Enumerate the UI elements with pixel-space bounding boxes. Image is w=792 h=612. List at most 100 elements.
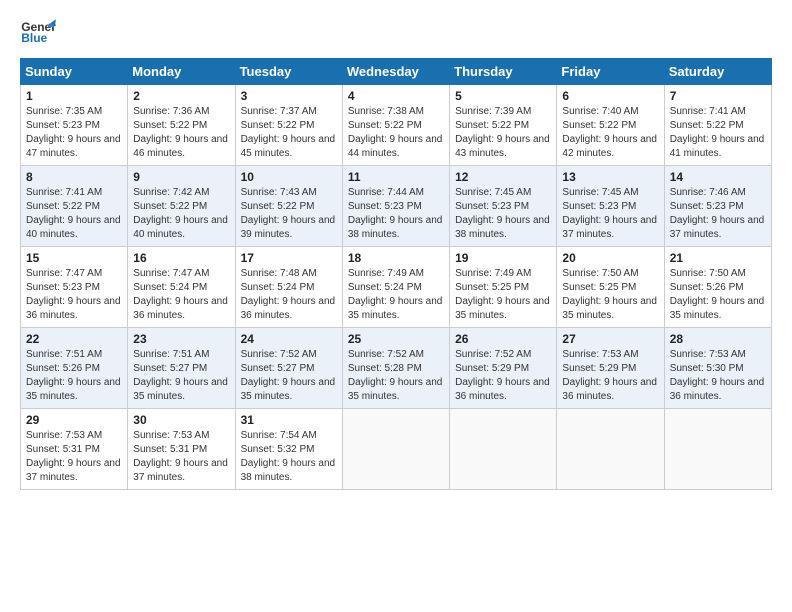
day-info: Sunrise: 7:41 AM Sunset: 5:22 PM Dayligh… — [26, 186, 122, 242]
day-info: Sunrise: 7:53 AM Sunset: 5:30 PM Dayligh… — [670, 348, 766, 404]
day-info: Sunrise: 7:52 AM Sunset: 5:28 PM Dayligh… — [348, 348, 444, 404]
day-number: 8 — [26, 170, 122, 184]
calendar-cell: 2Sunrise: 7:36 AM Sunset: 5:22 PM Daylig… — [128, 85, 235, 166]
calendar-cell: 4 Sunrise: 7:38 AM Sunset: 5:22 PM Daylig… — [342, 85, 449, 166]
day-number: 1 — [26, 89, 122, 103]
day-info: Sunrise: 7:52 AM Sunset: 5:29 PM Dayligh… — [455, 348, 551, 404]
calendar-cell: 16 Sunrise: 7:47 AM Sunset: 5:24 PM Dayli… — [128, 247, 235, 328]
calendar-cell: 12 Sunrise: 7:45 AM Sunset: 5:23 PM Dayli… — [450, 166, 557, 247]
day-info: Sunrise: 7:43 AM Sunset: 5:22 PM Dayligh… — [241, 186, 337, 242]
calendar-cell: 27 Sunrise: 7:53 AM Sunset: 5:29 PM Dayli… — [557, 328, 664, 409]
col-header-wednesday: Wednesday — [342, 59, 449, 85]
day-number: 15 — [26, 251, 122, 265]
calendar-cell — [557, 409, 664, 490]
day-info: Sunrise: 7:53 AM Sunset: 5:31 PM Dayligh… — [133, 429, 229, 485]
page: General Blue SundayMondayTuesdayWednesda… — [0, 0, 792, 500]
calendar-cell — [664, 409, 771, 490]
day-number: 17 — [241, 251, 337, 265]
day-number: 28 — [670, 332, 766, 346]
calendar-cell: 1 Sunrise: 7:35 AM Sunset: 5:23 PM Daylig… — [21, 85, 128, 166]
calendar-table: SundayMondayTuesdayWednesdayThursdayFrid… — [20, 58, 772, 490]
day-number: 5 — [455, 89, 551, 103]
calendar-header-row: SundayMondayTuesdayWednesdayThursdayFrid… — [21, 59, 772, 85]
calendar-cell: 21 Sunrise: 7:50 AM Sunset: 5:26 PM Dayli… — [664, 247, 771, 328]
day-info: Sunrise: 7:44 AM Sunset: 5:23 PM Dayligh… — [348, 186, 444, 242]
calendar-cell: 28 Sunrise: 7:53 AM Sunset: 5:30 PM Dayli… — [664, 328, 771, 409]
day-number: 19 — [455, 251, 551, 265]
day-info: Sunrise: 7:47 AM Sunset: 5:24 PM Dayligh… — [133, 267, 229, 323]
day-info: Sunrise: 7:49 AM Sunset: 5:24 PM Dayligh… — [348, 267, 444, 323]
day-number: 14 — [670, 170, 766, 184]
day-number: 13 — [562, 170, 658, 184]
calendar-cell: 6Sunrise: 7:40 AM Sunset: 5:22 PM Daylig… — [557, 85, 664, 166]
calendar-cell: 25 Sunrise: 7:52 AM Sunset: 5:28 PM Dayli… — [342, 328, 449, 409]
day-info: Sunrise: 7:46 AM Sunset: 5:23 PM Dayligh… — [670, 186, 766, 242]
calendar-cell: 13 Sunrise: 7:45 AM Sunset: 5:23 PM Dayli… — [557, 166, 664, 247]
day-info: Sunrise: 7:54 AM Sunset: 5:32 PM Dayligh… — [241, 429, 337, 485]
calendar-week-row: 22Sunrise: 7:51 AM Sunset: 5:26 PM Dayli… — [21, 328, 772, 409]
day-info: Sunrise: 7:53 AM Sunset: 5:31 PM Dayligh… — [26, 429, 122, 485]
calendar-cell: 18 Sunrise: 7:49 AM Sunset: 5:24 PM Dayli… — [342, 247, 449, 328]
day-info: Sunrise: 7:47 AM Sunset: 5:23 PM Dayligh… — [26, 267, 122, 323]
day-number: 16 — [133, 251, 229, 265]
calendar-cell: 29 Sunrise: 7:53 AM Sunset: 5:31 PM Dayli… — [21, 409, 128, 490]
day-info: Sunrise: 7:51 AM Sunset: 5:27 PM Dayligh… — [133, 348, 229, 404]
day-info: Sunrise: 7:49 AM Sunset: 5:25 PM Dayligh… — [455, 267, 551, 323]
day-info: Sunrise: 7:42 AM Sunset: 5:22 PM Dayligh… — [133, 186, 229, 242]
calendar-cell: 24Sunrise: 7:52 AM Sunset: 5:27 PM Dayli… — [235, 328, 342, 409]
day-info: Sunrise: 7:50 AM Sunset: 5:26 PM Dayligh… — [670, 267, 766, 323]
day-number: 26 — [455, 332, 551, 346]
day-number: 2 — [133, 89, 229, 103]
day-number: 12 — [455, 170, 551, 184]
day-number: 20 — [562, 251, 658, 265]
day-number: 6 — [562, 89, 658, 103]
day-number: 7 — [670, 89, 766, 103]
calendar-cell: 10 Sunrise: 7:43 AM Sunset: 5:22 PM Dayli… — [235, 166, 342, 247]
day-number: 11 — [348, 170, 444, 184]
day-number: 29 — [26, 413, 122, 427]
calendar-cell: 5Sunrise: 7:39 AM Sunset: 5:22 PM Daylig… — [450, 85, 557, 166]
col-header-saturday: Saturday — [664, 59, 771, 85]
calendar-cell: 22Sunrise: 7:51 AM Sunset: 5:26 PM Dayli… — [21, 328, 128, 409]
day-number: 27 — [562, 332, 658, 346]
day-number: 25 — [348, 332, 444, 346]
day-number: 4 — [348, 89, 444, 103]
calendar-cell: 26 Sunrise: 7:52 AM Sunset: 5:29 PM Dayli… — [450, 328, 557, 409]
calendar-cell: 14 Sunrise: 7:46 AM Sunset: 5:23 PM Dayli… — [664, 166, 771, 247]
day-info: Sunrise: 7:45 AM Sunset: 5:23 PM Dayligh… — [562, 186, 658, 242]
calendar-week-row: 1 Sunrise: 7:35 AM Sunset: 5:23 PM Daylig… — [21, 85, 772, 166]
calendar-week-row: 8 Sunrise: 7:41 AM Sunset: 5:22 PM Daylig… — [21, 166, 772, 247]
logo-icon: General Blue — [20, 18, 56, 48]
calendar-cell: 11 Sunrise: 7:44 AM Sunset: 5:23 PM Dayli… — [342, 166, 449, 247]
day-number: 3 — [241, 89, 337, 103]
day-number: 31 — [241, 413, 337, 427]
calendar-cell: 15 Sunrise: 7:47 AM Sunset: 5:23 PM Dayli… — [21, 247, 128, 328]
day-info: Sunrise: 7:35 AM Sunset: 5:23 PM Dayligh… — [26, 105, 122, 161]
calendar-cell: 30Sunrise: 7:53 AM Sunset: 5:31 PM Dayli… — [128, 409, 235, 490]
col-header-thursday: Thursday — [450, 59, 557, 85]
calendar-cell: 19 Sunrise: 7:49 AM Sunset: 5:25 PM Dayli… — [450, 247, 557, 328]
day-info: Sunrise: 7:53 AM Sunset: 5:29 PM Dayligh… — [562, 348, 658, 404]
calendar-cell: 31 Sunrise: 7:54 AM Sunset: 5:32 PM Dayli… — [235, 409, 342, 490]
day-number: 24 — [241, 332, 337, 346]
day-info: Sunrise: 7:37 AM Sunset: 5:22 PM Dayligh… — [241, 105, 337, 161]
col-header-sunday: Sunday — [21, 59, 128, 85]
col-header-tuesday: Tuesday — [235, 59, 342, 85]
col-header-monday: Monday — [128, 59, 235, 85]
calendar-cell: 9 Sunrise: 7:42 AM Sunset: 5:22 PM Daylig… — [128, 166, 235, 247]
calendar-cell: 8 Sunrise: 7:41 AM Sunset: 5:22 PM Daylig… — [21, 166, 128, 247]
header: General Blue — [20, 18, 772, 48]
day-number: 9 — [133, 170, 229, 184]
calendar-cell: 3 Sunrise: 7:37 AM Sunset: 5:22 PM Daylig… — [235, 85, 342, 166]
calendar-cell — [342, 409, 449, 490]
calendar-cell: 23Sunrise: 7:51 AM Sunset: 5:27 PM Dayli… — [128, 328, 235, 409]
day-number: 18 — [348, 251, 444, 265]
day-info: Sunrise: 7:38 AM Sunset: 5:22 PM Dayligh… — [348, 105, 444, 161]
svg-text:Blue: Blue — [21, 31, 47, 45]
day-number: 21 — [670, 251, 766, 265]
day-number: 10 — [241, 170, 337, 184]
calendar-cell: 7Sunrise: 7:41 AM Sunset: 5:22 PM Daylig… — [664, 85, 771, 166]
day-info: Sunrise: 7:45 AM Sunset: 5:23 PM Dayligh… — [455, 186, 551, 242]
calendar-cell: 17Sunrise: 7:48 AM Sunset: 5:24 PM Dayli… — [235, 247, 342, 328]
calendar-week-row: 15 Sunrise: 7:47 AM Sunset: 5:23 PM Dayli… — [21, 247, 772, 328]
